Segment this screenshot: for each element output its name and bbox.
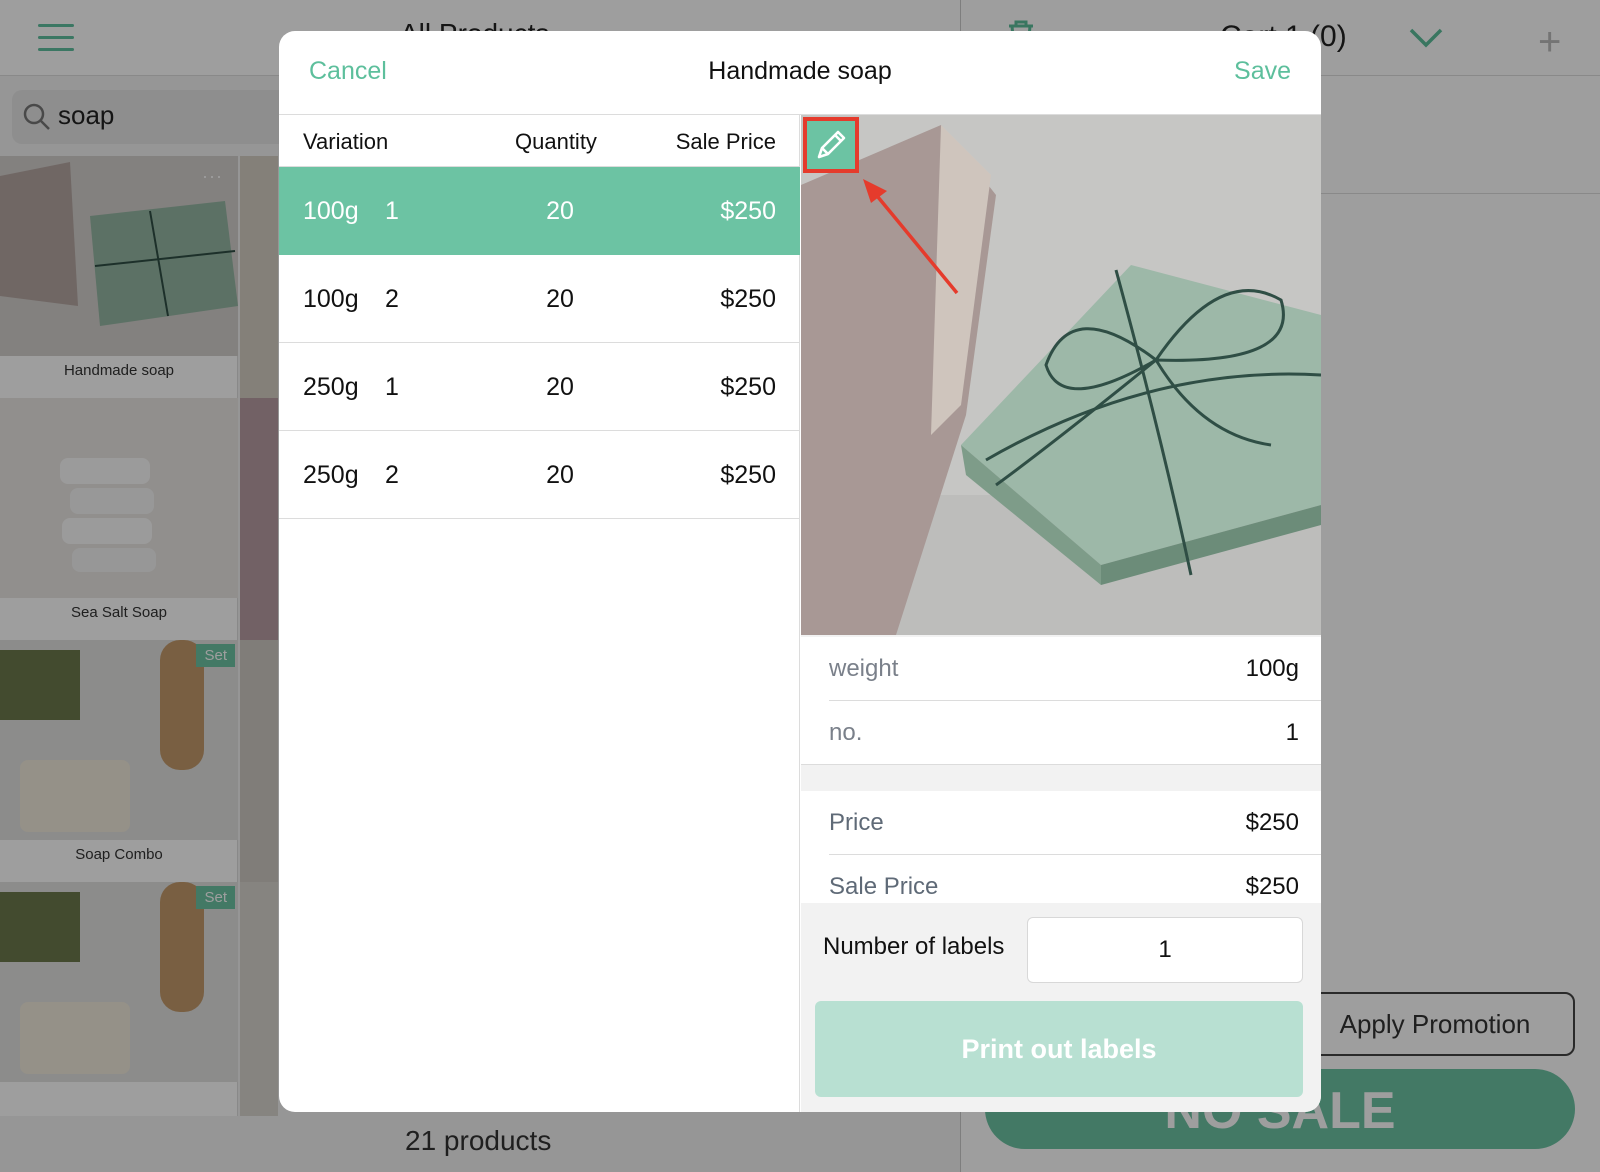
modal-header: Cancel Handmade soap Save: [279, 31, 1321, 115]
variation-price: $250: [720, 197, 776, 225]
variation-price: $250: [720, 461, 776, 489]
label-count-input[interactable]: 1: [1027, 917, 1303, 983]
price-row: Price $250: [829, 791, 1321, 855]
variation-label-modal: Cancel Handmade soap Save Variation Quan…: [279, 31, 1321, 1112]
attribute-key: no.: [829, 719, 863, 746]
annotation-arrow: [863, 179, 959, 295]
price-value: $250: [1245, 809, 1299, 836]
attribute-row: no. 1: [829, 701, 1321, 765]
cancel-button[interactable]: Cancel: [309, 57, 387, 86]
table-row[interactable]: 250g 2 20 $250: [279, 431, 800, 519]
variation-detail: weight 100g no. 1 Price $250 Sale Price …: [801, 115, 1321, 1112]
attribute-key: weight: [829, 655, 899, 682]
attribute-value: 100g: [1245, 655, 1299, 682]
column-quantity: Quantity: [515, 129, 597, 154]
label-count-label: Number of labels: [823, 933, 1005, 960]
price-key: Price: [829, 809, 884, 836]
attribute-value: 1: [1285, 719, 1299, 746]
attribute-row: weight 100g: [829, 637, 1321, 701]
label-count-row: Number of labels 1: [801, 903, 1321, 987]
price-value: $250: [1245, 873, 1299, 900]
edit-image-button[interactable]: [803, 117, 859, 173]
modal-title: Handmade soap: [708, 57, 892, 85]
column-variation: Variation: [303, 129, 389, 154]
table-row[interactable]: 250g 1 20 $250: [279, 343, 800, 431]
print-labels-button[interactable]: Print out labels: [815, 1001, 1303, 1097]
table-header: Variation Quantity Sale Price: [279, 115, 800, 167]
price-row: Sale Price $250: [829, 855, 1321, 903]
table-row[interactable]: 100g 1 20 $250: [279, 167, 800, 255]
variation-price: $250: [720, 285, 776, 313]
pencil-icon: [817, 130, 846, 159]
table-row[interactable]: 100g 2 20 $250: [279, 255, 800, 343]
attribute-list: weight 100g no. 1: [801, 637, 1321, 765]
variation-table: Variation Quantity Sale Price 100g 1 20 …: [279, 115, 800, 1112]
price-key: Sale Price: [829, 873, 939, 900]
variation-photo[interactable]: [801, 115, 1321, 635]
price-list: Price $250 Sale Price $250: [801, 791, 1321, 903]
column-sale-price: Sale Price: [675, 129, 776, 154]
variation-price: $250: [720, 373, 776, 401]
save-button[interactable]: Save: [1234, 57, 1291, 86]
